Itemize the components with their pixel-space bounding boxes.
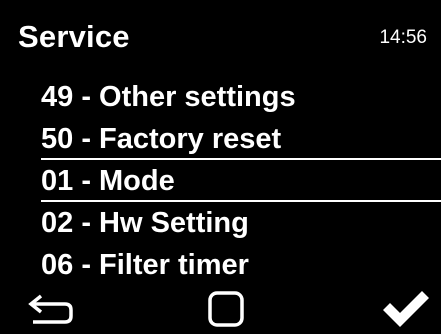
home-button[interactable] bbox=[198, 284, 254, 334]
menu-item-factory-reset[interactable]: 50 - Factory reset bbox=[0, 118, 441, 160]
confirm-button[interactable] bbox=[376, 284, 436, 334]
back-button[interactable] bbox=[20, 284, 80, 334]
menu-item-mode[interactable]: 01 - Mode bbox=[0, 160, 441, 202]
menu-item-other-settings[interactable]: 49 - Other settings bbox=[0, 76, 441, 118]
service-screen: Service 14:56 49 - Other settings 50 - F… bbox=[0, 0, 441, 334]
selection-line-top bbox=[41, 158, 441, 160]
back-arrow-icon bbox=[28, 294, 73, 324]
page-title: Service bbox=[18, 19, 130, 54]
selection-line-bottom bbox=[41, 200, 441, 202]
checkmark-icon bbox=[383, 291, 429, 327]
service-menu-list: 49 - Other settings 50 - Factory reset 0… bbox=[0, 76, 441, 286]
clock: 14:56 bbox=[379, 27, 427, 48]
square-icon bbox=[208, 291, 244, 327]
menu-item-hw-setting[interactable]: 02 - Hw Setting bbox=[0, 202, 441, 244]
softkey-bar bbox=[0, 284, 441, 334]
menu-item-filter-timer[interactable]: 06 - Filter timer bbox=[0, 244, 441, 286]
